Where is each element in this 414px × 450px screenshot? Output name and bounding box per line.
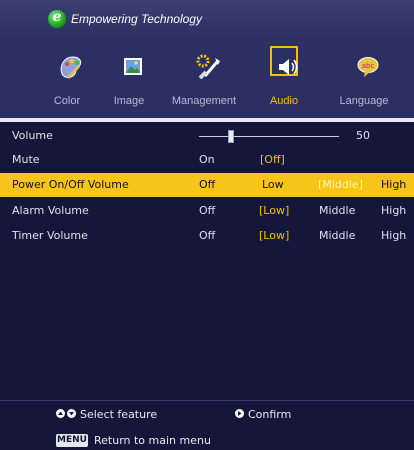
power-volume-option-off[interactable]: Off <box>199 178 215 191</box>
timer-volume-option-off[interactable]: Off <box>199 229 215 242</box>
e-globe-icon <box>48 9 66 28</box>
menu-key-icon: MENU <box>56 434 88 447</box>
tab-audio-label: Audio <box>269 95 299 107</box>
power-volume-option-low[interactable]: Low <box>262 178 284 191</box>
alarm-volume-row[interactable]: Alarm Volume Off [Low] Middle High <box>0 199 414 223</box>
volume-slider-thumb[interactable] <box>228 130 234 143</box>
alarm-volume-label: Alarm Volume <box>12 204 89 217</box>
tab-image-label: Image <box>113 95 145 107</box>
brand-text: Empowering Technology <box>71 12 202 26</box>
alarm-volume-option-low[interactable]: [Low] <box>259 204 289 217</box>
mute-option-off[interactable]: [Off] <box>260 153 285 166</box>
volume-label: Volume <box>12 129 53 142</box>
alarm-volume-option-off[interactable]: Off <box>199 204 215 217</box>
tools-icon <box>196 54 220 80</box>
tab-image[interactable]: Image <box>91 38 167 118</box>
palette-icon <box>60 56 82 80</box>
tab-bar: Color Image Management Audio abc Languag… <box>0 38 414 118</box>
alarm-volume-option-high[interactable]: High <box>381 204 406 217</box>
brand-bar: Empowering Technology <box>0 0 414 38</box>
osd-menu: Empowering Technology Color Image <box>0 0 414 450</box>
up-down-arrows-icon <box>56 409 76 418</box>
tab-management-label: Management <box>171 95 237 107</box>
tab-management[interactable]: Management <box>166 38 242 118</box>
return-text: Return to main menu <box>94 434 211 447</box>
confirm-text: Confirm <box>248 408 292 421</box>
speaker-icon <box>279 59 298 75</box>
timer-volume-row[interactable]: Timer Volume Off [Low] Middle High <box>0 224 414 248</box>
volume-value: 50 <box>356 129 370 142</box>
tab-language-label: Language <box>339 95 389 107</box>
power-volume-label: Power On/Off Volume <box>12 178 129 191</box>
tab-audio[interactable]: Audio <box>246 38 322 118</box>
power-volume-option-high[interactable]: High <box>381 178 406 191</box>
mute-row[interactable]: Mute On [Off] <box>0 148 414 172</box>
alarm-volume-option-middle[interactable]: Middle <box>319 204 355 217</box>
timer-volume-option-high[interactable]: High <box>381 229 406 242</box>
select-feature-text: Select feature <box>80 408 158 421</box>
mute-label: Mute <box>12 153 40 166</box>
mute-option-on[interactable]: On <box>199 153 215 166</box>
timer-volume-option-low[interactable]: [Low] <box>259 229 289 242</box>
right-arrow-icon <box>235 409 244 418</box>
speech-bubble-icon: abc <box>357 57 379 77</box>
timer-volume-option-middle[interactable]: Middle <box>319 229 355 242</box>
power-volume-option-middle[interactable]: [Middle] <box>318 178 363 191</box>
power-volume-row[interactable]: Power On/Off Volume Off Low [Middle] Hig… <box>0 173 414 197</box>
volume-row[interactable]: Volume 50 <box>0 124 414 148</box>
separator-line <box>0 118 414 122</box>
picture-icon <box>124 58 142 75</box>
tab-language[interactable]: abc Language <box>326 38 402 118</box>
footer-separator <box>0 400 414 401</box>
timer-volume-label: Timer Volume <box>12 229 88 242</box>
volume-slider-track[interactable] <box>199 136 339 137</box>
svg-text:abc: abc <box>362 62 375 70</box>
